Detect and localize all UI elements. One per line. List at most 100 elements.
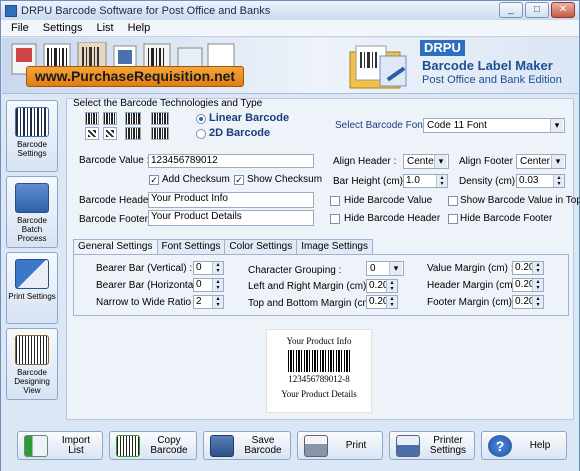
batch-process-icon [15, 183, 49, 213]
ratio-spinner[interactable]: 2 [193, 295, 224, 309]
lr-margin-label: Left and Right Margin (cm) : [248, 281, 372, 292]
add-checksum-checkbox[interactable]: ✓ [149, 175, 159, 185]
show-checksum-label: Show Checksum [247, 174, 323, 185]
product-edition: Post Office and Bank Edition [422, 74, 562, 86]
printer-icon [304, 435, 328, 457]
bearer-horizontal-spinner[interactable]: 0 [193, 278, 224, 292]
help-label: Help [529, 439, 551, 451]
import-list-button[interactable]: Import List [17, 431, 103, 460]
menu-bar: File Settings List Help [1, 20, 579, 37]
barcode-settings-icon [15, 107, 49, 137]
hide-header-label: Hide Barcode Header [344, 213, 441, 224]
print-button[interactable]: Print [297, 431, 383, 460]
sidebar-label: Print Settings [8, 292, 56, 301]
sidebar-label: Barcode Batch Process [17, 216, 47, 243]
barcode-value-label: Barcode Value : [79, 155, 150, 166]
density-spinner[interactable]: 0.03 [516, 174, 565, 188]
sidebar-designing-view[interactable]: Barcode Designing View [6, 328, 58, 400]
header-margin-label: Header Margin (cm) : [427, 280, 522, 291]
ratio-label: Narrow to Wide Ratio : [96, 297, 197, 308]
barcode-preview: Your Product Info 123456789012-8 Your Pr… [266, 329, 372, 413]
barcode-type-icon[interactable] [103, 127, 117, 140]
barcode-header-input[interactable]: Your Product Info [148, 192, 314, 208]
linear-barcode-radio[interactable] [196, 114, 206, 124]
import-list-label: Import List [61, 434, 91, 456]
2d-barcode-radio[interactable] [196, 129, 206, 139]
sidebar-batch-process[interactable]: Barcode Batch Process [6, 176, 58, 248]
show-value-top-checkbox[interactable] [448, 196, 458, 206]
title-bar: DRPU Barcode Software for Post Office an… [1, 1, 579, 20]
show-checksum-checkbox[interactable]: ✓ [234, 175, 244, 185]
printer-settings-button[interactable]: Printer Settings [389, 431, 475, 460]
hide-value-checkbox[interactable] [330, 196, 340, 206]
app-icon [5, 4, 17, 17]
barcode-footer-input[interactable]: Your Product Details [148, 210, 314, 226]
save-icon [210, 435, 234, 457]
bottom-toolbar: Import List Copy Barcode Save Barcode Pr… [1, 425, 579, 471]
tab-image-settings[interactable]: Image Settings [296, 239, 373, 254]
bearer-vertical-spinner[interactable]: 0 [193, 261, 224, 275]
minimize-button[interactable]: _ [499, 2, 523, 18]
import-list-icon [24, 435, 48, 457]
tb-margin-label: Top and Bottom Margin (cm) : [248, 298, 380, 309]
folder-documents-icon [349, 45, 407, 89]
maximize-button[interactable]: □ [525, 2, 549, 18]
tech-heading: Select the Barcode Technologies and Type [73, 98, 263, 109]
value-margin-spinner[interactable]: 0.20 [512, 261, 544, 275]
bearer-vertical-label: Bearer Bar (Vertical) : [96, 263, 193, 274]
align-header-label: Align Header : [333, 156, 397, 167]
save-barcode-button[interactable]: Save Barcode [203, 431, 291, 460]
menu-help[interactable]: Help [128, 22, 151, 34]
printer-settings-icon [396, 435, 420, 457]
menu-file[interactable]: File [11, 22, 29, 34]
tab-font-settings[interactable]: Font Settings [156, 239, 226, 254]
copy-barcode-button[interactable]: Copy Barcode [109, 431, 197, 460]
sidebar: Barcode Settings Barcode Batch Process P… [6, 100, 61, 420]
hide-header-checkbox[interactable] [330, 214, 340, 224]
sidebar-print-settings[interactable]: Print Settings [6, 252, 58, 324]
barcode-footer-label: Barcode Footer : [79, 214, 154, 225]
bar-height-spinner[interactable]: 1.0 [403, 174, 448, 188]
help-button[interactable]: ? Help [481, 431, 567, 460]
barcode-type-icon[interactable] [103, 112, 117, 125]
footer-margin-label: Footer Margin (cm) : [427, 297, 518, 308]
brand-logo: DRPU [420, 40, 465, 56]
lr-margin-spinner[interactable]: 0.20 [366, 279, 398, 293]
menu-list[interactable]: List [96, 22, 113, 34]
designing-view-icon [15, 335, 49, 365]
print-settings-icon [15, 259, 49, 289]
menu-settings[interactable]: Settings [43, 22, 83, 34]
hide-value-label: Hide Barcode Value [344, 195, 433, 206]
barcode-type-icon[interactable] [151, 127, 169, 140]
barcode-type-icon[interactable] [125, 112, 141, 125]
align-footer-label: Align Footer : [459, 156, 519, 167]
footer-margin-spinner[interactable]: 0.20 [512, 295, 544, 309]
barcode-header-label: Barcode Header : [79, 195, 158, 206]
align-header-select[interactable]: Center [403, 154, 449, 169]
close-button[interactable]: ✕ [551, 2, 575, 18]
align-footer-select[interactable]: Center [516, 154, 566, 169]
barcode-type-icon[interactable] [151, 112, 169, 125]
tb-margin-spinner[interactable]: 0.20 [366, 295, 398, 309]
printer-settings-label: Printer Settings [429, 434, 467, 456]
hide-footer-checkbox[interactable] [448, 214, 458, 224]
bearer-horizontal-label: Bearer Bar (Horizontal) : [96, 280, 205, 291]
barcode-type-icon[interactable] [125, 127, 141, 140]
copy-barcode-icon [116, 435, 140, 457]
tab-color-settings[interactable]: Color Settings [224, 239, 298, 254]
sidebar-barcode-settings[interactable]: Barcode Settings [6, 100, 58, 172]
barcode-type-icon[interactable] [85, 127, 99, 140]
product-title: Barcode Label Maker [422, 58, 553, 73]
font-select-label: Select Barcode Font : [335, 120, 432, 131]
header-banner: www.PurchaseRequisition.net DRPU Barcode… [2, 38, 578, 94]
sidebar-label: Barcode Settings [17, 140, 47, 158]
barcode-value-input[interactable]: 123456789012 [148, 154, 314, 168]
grouping-select[interactable]: 0 [366, 261, 404, 276]
add-checksum-label: Add Checksum [162, 174, 230, 185]
barcode-type-icon[interactable] [85, 112, 99, 125]
header-margin-spinner[interactable]: 0.20 [512, 278, 544, 292]
tab-general-settings[interactable]: General Settings [73, 239, 158, 255]
preview-barcode-bars [288, 350, 350, 372]
barcode-font-select[interactable]: Code 11 Font [423, 118, 565, 133]
linear-barcode-label: Linear Barcode [209, 112, 290, 124]
